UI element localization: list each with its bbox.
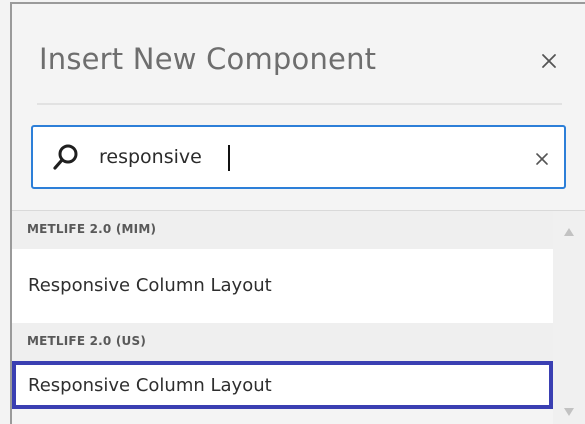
group-header-us: METLIFE 2.0 (US) bbox=[12, 323, 553, 361]
insert-component-dialog: Insert New Component METLIFE 2.0 (MIM) bbox=[10, 2, 585, 424]
search-icon bbox=[53, 144, 78, 170]
close-icon bbox=[542, 54, 556, 68]
list-item-responsive-column-layout-mim[interactable]: Responsive Column Layout bbox=[12, 249, 553, 323]
clear-search-button[interactable] bbox=[534, 151, 550, 167]
list-item-label: Responsive Column Layout bbox=[28, 375, 272, 396]
scrollbar[interactable] bbox=[553, 211, 585, 424]
component-results-list: METLIFE 2.0 (MIM) Responsive Column Layo… bbox=[12, 210, 585, 424]
group-label: METLIFE 2.0 (MIM) bbox=[27, 222, 157, 236]
header-divider bbox=[37, 103, 562, 105]
text-cursor bbox=[228, 145, 230, 171]
scroll-down-arrow-icon[interactable] bbox=[563, 407, 575, 417]
dialog-header: Insert New Component bbox=[12, 4, 585, 124]
list-item-label: Responsive Column Layout bbox=[28, 275, 272, 296]
scroll-up-arrow-icon[interactable] bbox=[563, 227, 575, 237]
group-label: METLIFE 2.0 (US) bbox=[27, 334, 146, 348]
dialog-title: Insert New Component bbox=[39, 42, 377, 76]
search-field[interactable] bbox=[31, 125, 566, 189]
group-header-mim: METLIFE 2.0 (MIM) bbox=[12, 211, 553, 249]
search-input[interactable] bbox=[99, 141, 519, 173]
close-button[interactable] bbox=[538, 50, 560, 72]
clear-icon bbox=[536, 153, 548, 165]
list-item-responsive-column-layout-us[interactable]: Responsive Column Layout bbox=[12, 361, 553, 409]
